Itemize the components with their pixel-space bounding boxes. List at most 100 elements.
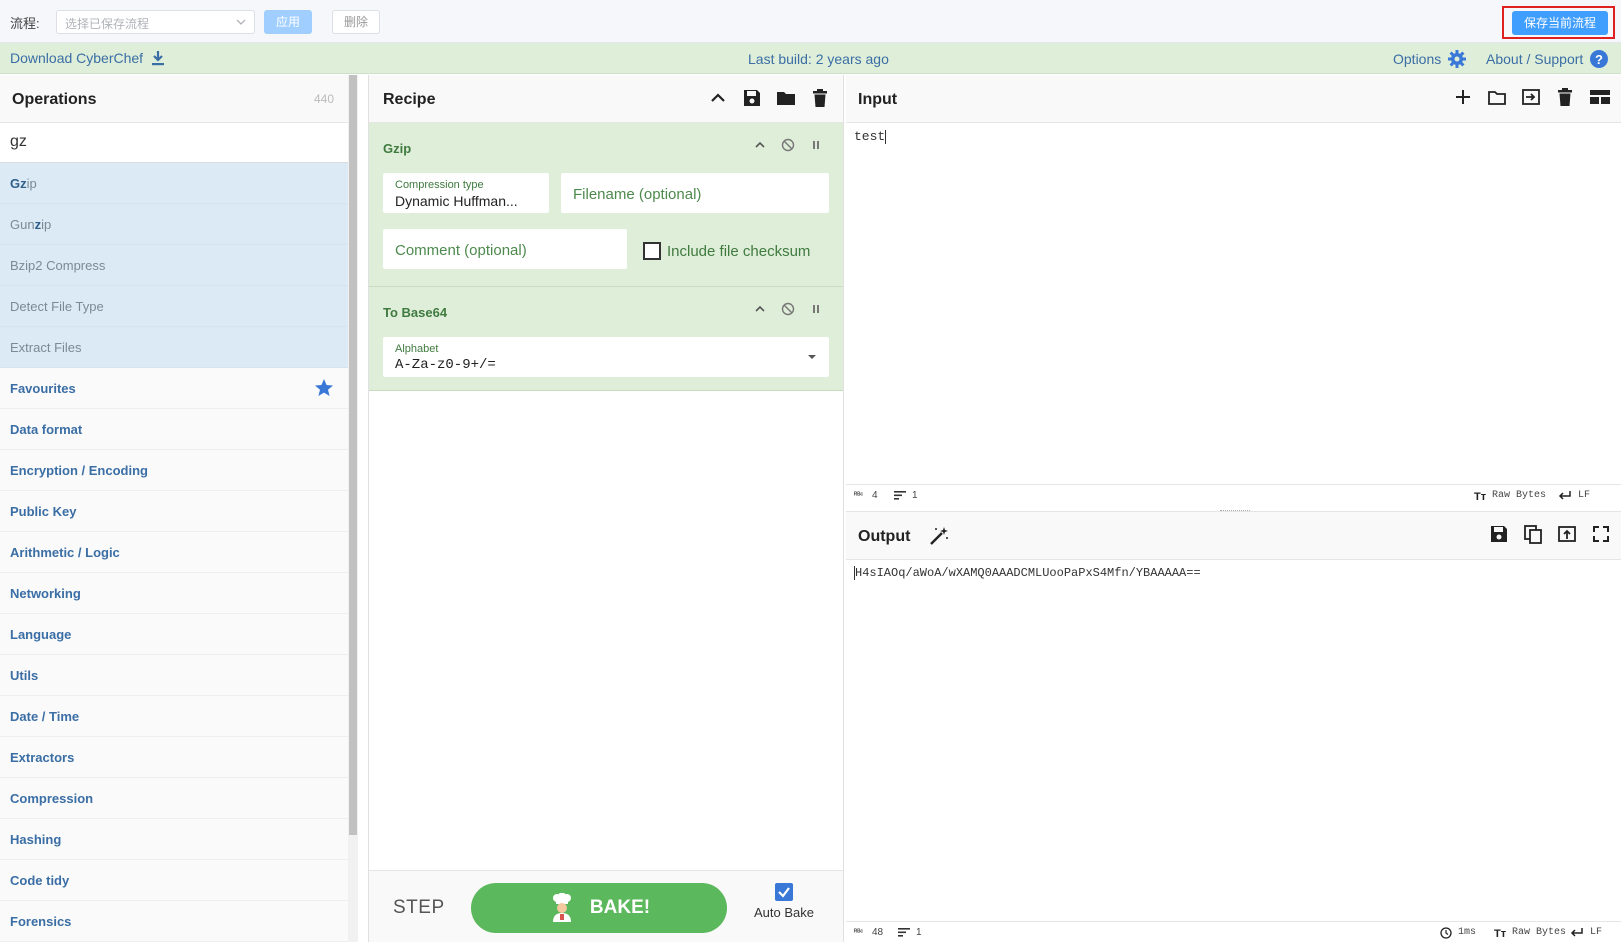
auto-bake-toggle[interactable]: Auto Bake bbox=[749, 883, 819, 920]
category-public-key[interactable]: Public Key bbox=[0, 491, 348, 532]
bake-button[interactable]: BAKE! bbox=[471, 883, 727, 933]
output-eol[interactable]: LF bbox=[1590, 927, 1602, 938]
category-compression[interactable]: Compression bbox=[0, 778, 348, 819]
output-encoding[interactable]: Raw Bytes bbox=[1512, 927, 1566, 938]
last-build-text: Last build: 2 years ago bbox=[748, 51, 889, 67]
chevron-up-icon[interactable] bbox=[707, 87, 729, 109]
download-label: Download CyberChef bbox=[10, 50, 144, 66]
disable-icon[interactable] bbox=[781, 138, 795, 152]
lines-icon bbox=[894, 490, 906, 500]
output-textarea[interactable]: H4sIAOq/aWoA/wXAMQ0AAADCMLUooPaPxS4Mfn/Y… bbox=[854, 566, 1201, 580]
filename-field[interactable]: Filename (optional) bbox=[561, 173, 829, 213]
output-header: Output bbox=[846, 512, 1621, 560]
saved-flow-select[interactable]: 选择已保存流程 bbox=[56, 10, 255, 34]
op-item-extract-files[interactable]: Extract Files bbox=[0, 327, 348, 368]
help-icon: ? bbox=[1589, 49, 1609, 69]
apply-button[interactable]: 应用 bbox=[264, 10, 312, 34]
folder-icon[interactable] bbox=[775, 87, 797, 109]
pause-icon[interactable] bbox=[809, 302, 823, 316]
alphabet-value: A-Za-z0-9+/= bbox=[395, 357, 496, 373]
category-networking[interactable]: Networking bbox=[0, 573, 348, 614]
banner: Download CyberChef Last build: 2 years a… bbox=[0, 43, 1621, 74]
auto-bake-checkbox[interactable] bbox=[775, 883, 793, 901]
category-forensics[interactable]: Forensics bbox=[0, 901, 348, 942]
category-favourites[interactable]: Favourites bbox=[0, 368, 348, 409]
disable-icon[interactable] bbox=[781, 302, 795, 316]
auto-bake-label: Auto Bake bbox=[754, 905, 814, 920]
category-extractors[interactable]: Extractors bbox=[0, 737, 348, 778]
include-checksum-checkbox[interactable]: Include file checksum bbox=[643, 242, 810, 260]
recipe-op-to-base64: To Base64 Alphabet A-Za-z0-9+/= bbox=[369, 287, 843, 391]
chevron-down-icon bbox=[236, 17, 246, 27]
step-button[interactable]: STEP bbox=[393, 897, 445, 919]
input-pane: Input test ᴿᴮᶜ 4 1 Tт Raw Bytes LF bbox=[846, 75, 1621, 511]
about-label: About / Support bbox=[1486, 51, 1584, 67]
svg-text:?: ? bbox=[1595, 52, 1603, 67]
input-encoding[interactable]: Raw Bytes bbox=[1492, 490, 1546, 501]
download-cyberchef-link[interactable]: Download CyberChef bbox=[10, 50, 165, 66]
chevron-up-icon[interactable] bbox=[753, 138, 767, 152]
compression-type-select[interactable]: Compression type Dynamic Huffman... bbox=[383, 173, 549, 213]
include-checksum-label: Include file checksum bbox=[667, 242, 811, 260]
pause-icon[interactable] bbox=[809, 138, 823, 152]
about-support-link[interactable]: About / Support ? bbox=[1486, 49, 1609, 69]
category-date-time[interactable]: Date / Time bbox=[0, 696, 348, 737]
options-link[interactable]: Options bbox=[1393, 49, 1467, 69]
recipe-footer: STEP BAKE! Auto Bake bbox=[369, 870, 843, 942]
open-folder-icon[interactable] bbox=[1487, 87, 1507, 107]
input-title: Input bbox=[858, 91, 898, 108]
download-icon bbox=[151, 50, 165, 66]
plus-icon[interactable] bbox=[1453, 87, 1473, 107]
flow-label: 流程: bbox=[10, 16, 40, 31]
alphabet-select[interactable]: Alphabet A-Za-z0-9+/= bbox=[383, 337, 829, 377]
operations-search bbox=[0, 123, 358, 163]
replace-input-icon[interactable] bbox=[1557, 524, 1577, 544]
clock-icon bbox=[1440, 927, 1452, 939]
recipe-op-gzip: Gzip Compression type Dynamic Huffman...… bbox=[369, 123, 843, 287]
category-utils[interactable]: Utils bbox=[0, 655, 348, 696]
magic-wand-icon[interactable] bbox=[928, 525, 950, 547]
category-arithmetic-logic[interactable]: Arithmetic / Logic bbox=[0, 532, 348, 573]
save-icon[interactable] bbox=[741, 87, 763, 109]
op-item-gzip[interactable]: Gzip bbox=[0, 163, 348, 204]
chevron-up-icon[interactable] bbox=[753, 302, 767, 316]
op-item-bzip2-compress[interactable]: Bzip2 Compress bbox=[0, 245, 348, 286]
fullscreen-icon[interactable] bbox=[1591, 524, 1611, 544]
input-status-bar: ᴿᴮᶜ 4 1 Tт Raw Bytes LF bbox=[846, 484, 1621, 506]
search-match: Gz bbox=[10, 176, 27, 191]
layout-icon[interactable] bbox=[1589, 87, 1611, 107]
op-item-detect-file-type[interactable]: Detect File Type bbox=[0, 286, 348, 327]
bake-time: 1ms bbox=[1458, 927, 1477, 938]
category-language[interactable]: Language bbox=[0, 614, 348, 655]
save-icon[interactable] bbox=[1489, 524, 1509, 544]
import-icon[interactable] bbox=[1521, 87, 1541, 107]
save-current-flow-button[interactable]: 保存当前流程 bbox=[1512, 11, 1608, 35]
op-name-gzip: Gzip bbox=[383, 141, 412, 156]
output-title: Output bbox=[858, 528, 911, 545]
output-pane: Output H4sIAOq/aWoA/wXAMQ0AAADCMLUooPaPx… bbox=[846, 511, 1621, 943]
compression-type-label: Compression type bbox=[395, 179, 484, 191]
comment-placeholder: Comment (optional) bbox=[395, 242, 527, 259]
output-status-bar: ᴿᴮᶜ 48 1 1ms Tт Raw Bytes LF bbox=[846, 921, 1621, 943]
delete-flow-button[interactable]: 删除 bbox=[332, 10, 380, 34]
scrollbar-thumb[interactable] bbox=[349, 75, 357, 835]
category-code-tidy[interactable]: Code tidy bbox=[0, 860, 348, 901]
input-eol[interactable]: LF bbox=[1578, 490, 1590, 501]
operations-search-input[interactable] bbox=[0, 123, 348, 161]
trash-icon[interactable] bbox=[1555, 87, 1575, 107]
return-arrow-icon bbox=[1570, 927, 1584, 937]
category-label: Favourites bbox=[10, 381, 76, 396]
text-format-icon: Tт bbox=[1494, 927, 1508, 938]
abc-icon: ᴿᴮᶜ bbox=[854, 492, 864, 499]
operations-scrollbar[interactable] bbox=[348, 75, 358, 942]
category-hashing[interactable]: Hashing bbox=[0, 819, 348, 860]
input-textarea[interactable]: test bbox=[854, 129, 887, 144]
op-item-gunzip[interactable]: Gunzip bbox=[0, 204, 348, 245]
output-line-count: 1 bbox=[916, 927, 922, 938]
trash-icon[interactable] bbox=[809, 87, 831, 109]
category-data-format[interactable]: Data format bbox=[0, 409, 348, 450]
category-encryption-encoding[interactable]: Encryption / Encoding bbox=[0, 450, 348, 491]
alphabet-label: Alphabet bbox=[395, 343, 439, 355]
comment-field[interactable]: Comment (optional) bbox=[383, 229, 627, 269]
copy-icon[interactable] bbox=[1523, 524, 1543, 544]
